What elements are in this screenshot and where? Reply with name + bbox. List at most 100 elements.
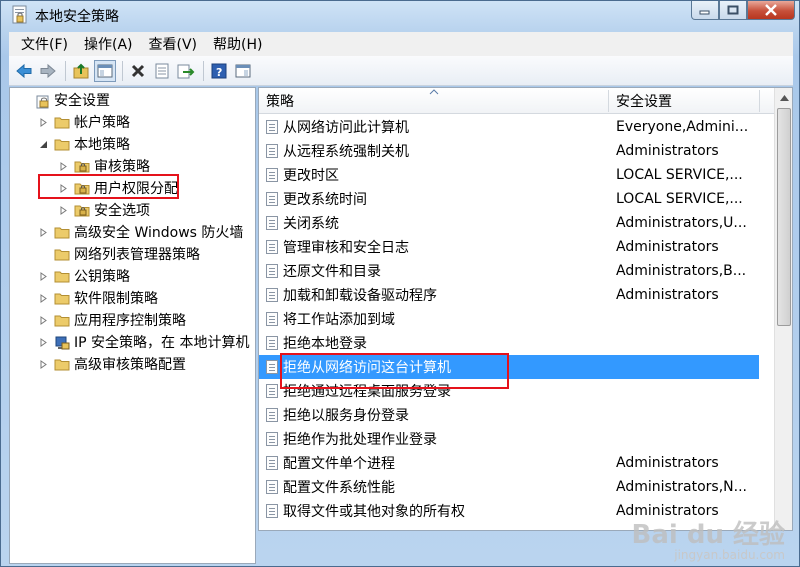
folder-icon <box>54 291 70 305</box>
policy-icon <box>266 432 278 446</box>
table-row[interactable]: 加载和卸载设备驱动程序 Administrators <box>259 283 759 307</box>
folder-icon <box>54 247 70 261</box>
local-security-policy-window: 本地安全策略 文件(F) 操作(A) 查看(V) 帮助(H) ? 安全设置 帐户… <box>0 0 800 567</box>
column-header-setting[interactable]: 安全设置 <box>616 91 672 111</box>
policy-icon <box>266 264 278 278</box>
menu-file[interactable]: 文件(F) <box>13 34 76 54</box>
tree-item[interactable]: IP 安全策略，在 本地计算机 <box>38 331 249 353</box>
table-row[interactable]: 管理审核和安全日志 Administrators <box>259 235 759 259</box>
expand-arrow-icon[interactable] <box>38 337 48 347</box>
table-row[interactable]: 从远程系统强制关机 Administrators <box>259 139 759 163</box>
forward-button[interactable] <box>37 60 59 82</box>
folder-icon <box>54 137 70 151</box>
table-row[interactable]: 配置文件系统性能 Administrators,N... <box>259 475 759 499</box>
policy-icon <box>266 120 278 134</box>
tree-item[interactable]: 安全设置 <box>18 89 110 111</box>
policy-icon <box>266 360 278 374</box>
tree-item[interactable]: 安全选项 <box>58 199 150 221</box>
show-hide-console-tree-button[interactable] <box>94 59 116 82</box>
column-header-policy[interactable]: 策略 <box>266 91 294 111</box>
policy-name: 配置文件系统性能 <box>283 480 395 496</box>
sort-ascending-icon <box>429 89 439 95</box>
folder-icon <box>54 313 70 327</box>
table-row[interactable]: 配置文件单个进程 Administrators <box>259 451 759 475</box>
table-row[interactable]: 关闭系统 Administrators,U... <box>259 211 759 235</box>
title-bar[interactable]: 本地安全策略 <box>1 1 800 31</box>
security-setting: Administrators,N... <box>616 479 748 495</box>
table-row[interactable]: 将工作站添加到域 <box>259 307 759 331</box>
tree-item-label: 安全设置 <box>54 93 110 109</box>
security-setting: LOCAL SERVICE,... <box>616 167 743 183</box>
policy-name: 还原文件和目录 <box>283 264 381 280</box>
policy-list[interactable]: 策略 安全设置 从网络访问此计算机 Everyone,Admini... 从远程系统… <box>258 87 793 531</box>
column-separator[interactable] <box>608 90 609 112</box>
expand-arrow-icon[interactable] <box>58 205 68 215</box>
tree-item[interactable]: 高级安全 Windows 防火墙 <box>38 221 243 243</box>
security-setting: Administrators,B... <box>616 263 747 279</box>
security-setting: Administrators <box>616 143 719 159</box>
close-icon <box>765 4 777 16</box>
scroll-up-button[interactable] <box>778 92 790 104</box>
tree-item[interactable]: 软件限制策略 <box>38 287 158 309</box>
console-tree[interactable]: 安全设置 帐户策略 本地策略 审核策略 用户权限分配 安全选项 高级安全 Windows 防… <box>9 87 256 564</box>
expand-arrow-icon[interactable] <box>58 161 68 171</box>
window-title: 本地安全策略 <box>35 9 119 25</box>
policy-icon <box>266 168 278 182</box>
expand-arrow-icon[interactable] <box>38 359 48 369</box>
ip-security-icon <box>54 335 70 350</box>
show-hide-action-pane-button[interactable] <box>232 60 254 82</box>
tree-item[interactable]: 网络列表管理器策略 <box>38 243 200 265</box>
menu-help[interactable]: 帮助(H) <box>205 34 270 54</box>
export-list-button[interactable] <box>175 60 197 82</box>
expand-arrow-icon[interactable] <box>38 227 48 237</box>
collapse-arrow-icon[interactable] <box>38 139 48 149</box>
minimize-button[interactable] <box>691 1 719 20</box>
table-row[interactable]: 拒绝本地登录 <box>259 331 759 355</box>
delete-button[interactable] <box>127 60 149 82</box>
table-row[interactable]: 从网络访问此计算机 Everyone,Admini... <box>259 115 759 139</box>
folder-lock-icon <box>74 159 90 173</box>
policy-icon <box>266 480 278 494</box>
back-button[interactable] <box>13 60 35 82</box>
help-button[interactable]: ? <box>208 60 230 82</box>
toolbar-separator <box>122 60 123 81</box>
table-row[interactable]: 拒绝作为批处理作业登录 <box>259 427 759 451</box>
security-setting: Administrators <box>616 455 719 471</box>
menu-action[interactable]: 操作(A) <box>76 34 141 54</box>
column-separator[interactable] <box>759 90 760 112</box>
policy-icon <box>266 288 278 302</box>
table-row[interactable]: 更改系统时间 LOCAL SERVICE,... <box>259 187 759 211</box>
close-button[interactable] <box>747 1 795 20</box>
table-row[interactable]: 拒绝以服务身份登录 <box>259 403 759 427</box>
policy-icon <box>266 504 278 518</box>
tree-item[interactable]: 本地策略 <box>38 133 130 155</box>
caption-buttons <box>691 1 795 21</box>
policy-name: 更改时区 <box>283 168 339 184</box>
folder-lock-icon <box>74 203 90 217</box>
vertical-scrollbar[interactable] <box>774 88 792 530</box>
back-icon <box>16 63 32 78</box>
expand-arrow-icon[interactable] <box>38 293 48 303</box>
expand-arrow-icon[interactable] <box>38 315 48 325</box>
tree-item-label: 软件限制策略 <box>74 291 158 307</box>
up-one-level-button[interactable] <box>70 60 92 82</box>
tree-item[interactable]: 帐户策略 <box>38 111 130 133</box>
tree-item[interactable]: 高级审核策略配置 <box>38 353 186 375</box>
tree-item[interactable]: 公钥策略 <box>38 265 130 287</box>
expand-arrow-icon[interactable] <box>38 271 48 281</box>
annotation-box-list <box>280 353 509 389</box>
table-row[interactable]: 更改时区 LOCAL SERVICE,... <box>259 163 759 187</box>
policy-name: 从网络访问此计算机 <box>283 120 409 136</box>
maximize-button[interactable] <box>719 1 747 20</box>
security-setting: Everyone,Admini... <box>616 119 749 135</box>
expand-arrow-icon[interactable] <box>38 117 48 127</box>
scrollbar-thumb[interactable] <box>777 108 791 326</box>
properties-button[interactable] <box>151 60 173 82</box>
security-setting: Administrators,U... <box>616 215 747 231</box>
tree-item[interactable]: 应用程序控制策略 <box>38 309 186 331</box>
policy-name: 从远程系统强制关机 <box>283 144 409 160</box>
toolbar-separator <box>65 60 66 81</box>
menu-view[interactable]: 查看(V) <box>141 34 206 54</box>
svg-text:?: ? <box>216 66 222 79</box>
table-row[interactable]: 还原文件和目录 Administrators,B... <box>259 259 759 283</box>
